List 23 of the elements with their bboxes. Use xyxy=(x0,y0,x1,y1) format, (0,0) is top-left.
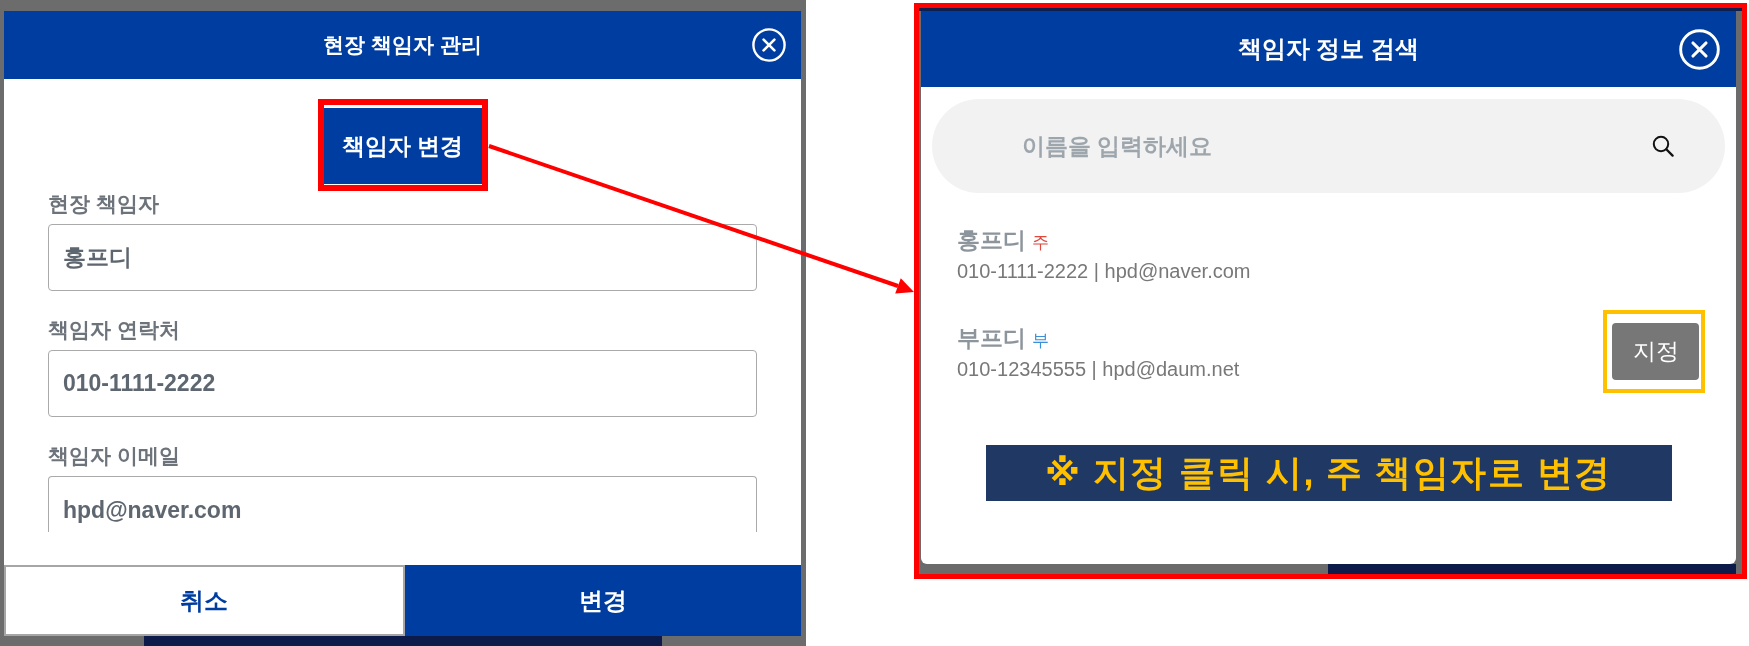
close-icon[interactable] xyxy=(1679,28,1720,70)
person-name: 부프디 xyxy=(957,323,1026,353)
cancel-button[interactable]: 취소 xyxy=(4,565,405,636)
role-label: 주 xyxy=(1032,232,1049,254)
field-label: 책임자 연락처 xyxy=(48,317,181,343)
assign-button[interactable]: 지정 xyxy=(1612,323,1699,380)
dialog-title: 책임자 정보 검색 xyxy=(1237,34,1420,64)
contact-details: 010-1111-2222 | hpd@naver.com xyxy=(957,259,1251,283)
field-label: 현장 책임자 xyxy=(48,191,160,217)
phone-field[interactable]: 010-1111-2222 xyxy=(48,350,757,417)
person-name: 홍프디 xyxy=(957,226,1026,255)
field-label: 책임자 이메일 xyxy=(48,443,181,469)
search-icon[interactable] xyxy=(1652,135,1674,157)
email-field[interactable]: hpd@naver.com xyxy=(48,476,757,532)
contact-details: 010-12345555 | hpd@daum.net xyxy=(957,356,1240,381)
role-label: 부 xyxy=(1032,329,1049,352)
dialog-title: 현장 책임자 관리 xyxy=(323,32,482,58)
close-icon[interactable] xyxy=(752,28,786,62)
name-field[interactable]: 홍프디 xyxy=(48,224,757,291)
confirm-button[interactable]: 변경 xyxy=(404,565,801,636)
search-field[interactable]: 이름을 입력하세요 xyxy=(932,99,1725,193)
note-banner: ※ 지정 클릭 시, 주 책임자로 변경 xyxy=(985,445,1672,501)
change-person-button[interactable]: 책임자 변경 xyxy=(323,108,482,184)
